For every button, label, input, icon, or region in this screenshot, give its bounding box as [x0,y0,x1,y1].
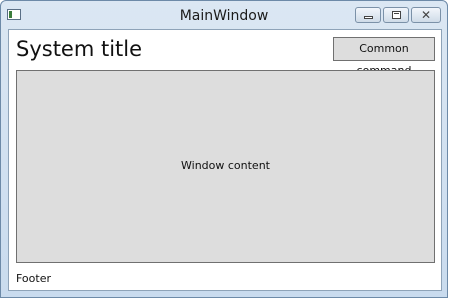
window-content-panel: Window content [16,70,435,263]
close-icon: ✕ [420,8,432,22]
maximize-button[interactable] [383,7,409,23]
caption-buttons: ✕ [355,7,441,23]
footer: Footer [16,272,51,285]
window-content-label: Window content [181,159,270,172]
title-bar[interactable]: MainWindow ✕ [1,1,447,29]
maximize-icon [392,11,401,19]
minimize-icon [364,16,373,19]
common-command-button[interactable]: Common command [333,37,435,77]
client-area: System title Common command Window conte… [8,29,442,291]
main-window: MainWindow ✕ System title Common command… [0,0,448,298]
page-title: System title [16,37,143,61]
minimize-button[interactable] [355,7,381,23]
close-button[interactable]: ✕ [411,7,441,23]
